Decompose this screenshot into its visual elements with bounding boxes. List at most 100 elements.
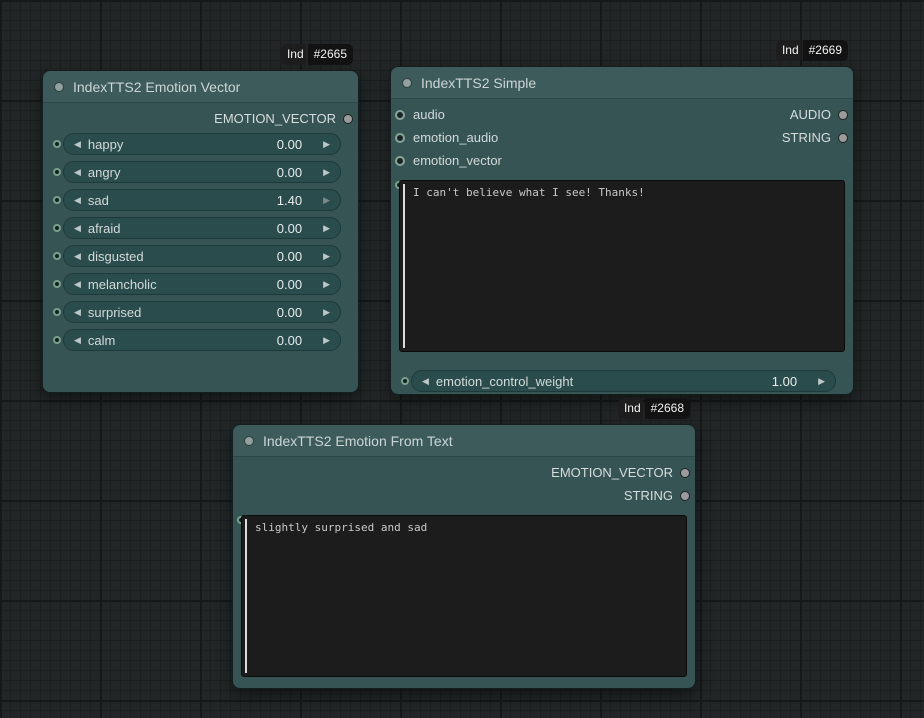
- output-slot-icon[interactable]: [838, 133, 848, 143]
- node-indextts2-simple[interactable]: Ind #2669 IndexTTS2 Simple audio AUDIO e…: [390, 66, 854, 395]
- widget-label: sad: [88, 193, 109, 208]
- increment-arrow-icon[interactable]: ▶: [323, 336, 330, 345]
- output-slot-icon[interactable]: [343, 114, 353, 124]
- node-title: IndexTTS2 Emotion Vector: [73, 79, 240, 95]
- increment-arrow-icon[interactable]: ▶: [323, 140, 330, 149]
- input-slot-icon[interactable]: [395, 156, 405, 166]
- widget-input-slot-icon[interactable]: [53, 336, 61, 344]
- widget-input-slot-icon[interactable]: [53, 168, 61, 176]
- node-indextts2-emotion-vector[interactable]: Ind #2665 IndexTTS2 Emotion Vector EMOTI…: [42, 70, 359, 393]
- text-input-area[interactable]: slightly surprised and sad: [241, 515, 687, 677]
- node-source-badge: Ind: [281, 44, 306, 65]
- widget-input-slot-icon[interactable]: [53, 252, 61, 260]
- node-id-badge: #2665: [308, 44, 353, 65]
- number-widget-emotion-control-weight[interactable]: ◀ emotion_control_weight 1.00 ▶: [411, 370, 836, 392]
- number-widget-disgusted[interactable]: ◀ disgusted 0.00 ▶: [63, 245, 341, 267]
- decrement-arrow-icon[interactable]: ◀: [74, 280, 81, 289]
- widget-label: afraid: [88, 221, 121, 236]
- widget-input-slot-icon[interactable]: [53, 308, 61, 316]
- output-label: STRING: [624, 488, 673, 503]
- increment-arrow-icon[interactable]: ▶: [818, 377, 825, 386]
- widget-input-slot-icon[interactable]: [401, 377, 409, 385]
- decrement-arrow-icon[interactable]: ◀: [74, 252, 81, 261]
- widget-input-slot-icon[interactable]: [53, 280, 61, 288]
- widget-input-slot-icon[interactable]: [53, 140, 61, 148]
- node-badge-group: Ind #2669: [776, 40, 848, 61]
- widget-row-emotion-control-weight: ◀ emotion_control_weight 1.00 ▶: [411, 370, 836, 392]
- widget-value[interactable]: 0.00: [277, 249, 302, 264]
- widget-value[interactable]: 0.00: [277, 305, 302, 320]
- node-title: IndexTTS2 Simple: [421, 75, 536, 91]
- output-row-emotion-vector: EMOTION_VECTOR: [233, 461, 695, 484]
- decrement-arrow-icon[interactable]: ◀: [74, 336, 81, 345]
- node-badge-group: Ind #2668: [618, 398, 690, 419]
- node-header[interactable]: IndexTTS2 Emotion Vector: [43, 71, 358, 103]
- output-label: AUDIO: [790, 107, 831, 122]
- input-label: emotion_vector: [413, 153, 502, 168]
- widget-value[interactable]: 0.00: [277, 333, 302, 348]
- node-graph-canvas[interactable]: Ind #2665 IndexTTS2 Emotion Vector EMOTI…: [0, 0, 924, 718]
- widget-label: surprised: [88, 305, 141, 320]
- node-header[interactable]: IndexTTS2 Simple: [391, 67, 853, 99]
- output-slot-icon[interactable]: [680, 468, 690, 478]
- output-slot-icon[interactable]: [680, 491, 690, 501]
- decrement-arrow-icon[interactable]: ◀: [74, 224, 81, 233]
- increment-arrow-icon[interactable]: ▶: [323, 252, 330, 261]
- decrement-arrow-icon[interactable]: ◀: [74, 140, 81, 149]
- increment-arrow-icon[interactable]: ▶: [323, 168, 330, 177]
- number-widget-sad[interactable]: ◀ sad 1.40 ▶: [63, 189, 341, 211]
- widget-row-calm: ◀ calm 0.00 ▶: [63, 329, 341, 351]
- widget-row-afraid: ◀ afraid 0.00 ▶: [63, 217, 341, 239]
- increment-arrow-icon[interactable]: ▶: [323, 196, 330, 205]
- widget-label: emotion_control_weight: [436, 374, 573, 389]
- input-slot-icon[interactable]: [395, 133, 405, 143]
- input-label: audio: [413, 107, 445, 122]
- number-widget-happy[interactable]: ◀ happy 0.00 ▶: [63, 133, 341, 155]
- increment-arrow-icon[interactable]: ▶: [323, 280, 330, 289]
- widget-row-sad: ◀ sad 1.40 ▶: [63, 189, 341, 211]
- widget-row-surprised: ◀ surprised 0.00 ▶: [63, 301, 341, 323]
- widget-value[interactable]: 1.00: [772, 374, 797, 389]
- text-widget-row: I can't believe what I see! Thanks!: [399, 180, 845, 352]
- increment-arrow-icon[interactable]: ▶: [323, 224, 330, 233]
- text-widget-row: slightly surprised and sad: [241, 515, 687, 677]
- io-row-audio: audio AUDIO: [391, 103, 853, 126]
- output-slot-icon[interactable]: [838, 110, 848, 120]
- output-label: EMOTION_VECTOR: [551, 465, 673, 480]
- collapse-dot-icon[interactable]: [244, 436, 254, 446]
- decrement-arrow-icon[interactable]: ◀: [74, 168, 81, 177]
- widget-input-slot-icon[interactable]: [53, 196, 61, 204]
- node-id-badge: #2668: [645, 398, 690, 419]
- widget-label: happy: [88, 137, 123, 152]
- node-header[interactable]: IndexTTS2 Emotion From Text: [233, 425, 695, 457]
- output-row-string: STRING: [233, 484, 695, 507]
- number-widget-calm[interactable]: ◀ calm 0.00 ▶: [63, 329, 341, 351]
- node-indextts2-emotion-from-text[interactable]: Ind #2668 IndexTTS2 Emotion From Text EM…: [232, 424, 696, 689]
- input-slot-icon[interactable]: [395, 110, 405, 120]
- node-badge-group: Ind #2665: [281, 44, 353, 65]
- collapse-dot-icon[interactable]: [402, 78, 412, 88]
- widget-value[interactable]: 1.40: [277, 193, 302, 208]
- decrement-arrow-icon[interactable]: ◀: [74, 196, 81, 205]
- node-source-badge: Ind: [618, 398, 643, 419]
- widget-input-slot-icon[interactable]: [53, 224, 61, 232]
- widget-value[interactable]: 0.00: [277, 165, 302, 180]
- text-input-area[interactable]: I can't believe what I see! Thanks!: [399, 180, 845, 352]
- number-widget-melancholic[interactable]: ◀ melancholic 0.00 ▶: [63, 273, 341, 295]
- widget-value[interactable]: 0.00: [277, 137, 302, 152]
- decrement-arrow-icon[interactable]: ◀: [422, 377, 429, 386]
- io-row-emotion-vector: emotion_vector: [391, 149, 853, 172]
- widget-label: disgusted: [88, 249, 144, 264]
- number-widget-afraid[interactable]: ◀ afraid 0.00 ▶: [63, 217, 341, 239]
- decrement-arrow-icon[interactable]: ◀: [74, 308, 81, 317]
- widget-label: angry: [88, 165, 121, 180]
- increment-arrow-icon[interactable]: ▶: [323, 308, 330, 317]
- widget-value[interactable]: 0.00: [277, 277, 302, 292]
- number-widget-angry[interactable]: ◀ angry 0.00 ▶: [63, 161, 341, 183]
- widget-value[interactable]: 0.00: [277, 221, 302, 236]
- io-row-emotion-audio: emotion_audio STRING: [391, 126, 853, 149]
- collapse-dot-icon[interactable]: [54, 82, 64, 92]
- widget-row-angry: ◀ angry 0.00 ▶: [63, 161, 341, 183]
- number-widget-surprised[interactable]: ◀ surprised 0.00 ▶: [63, 301, 341, 323]
- widget-row-melancholic: ◀ melancholic 0.00 ▶: [63, 273, 341, 295]
